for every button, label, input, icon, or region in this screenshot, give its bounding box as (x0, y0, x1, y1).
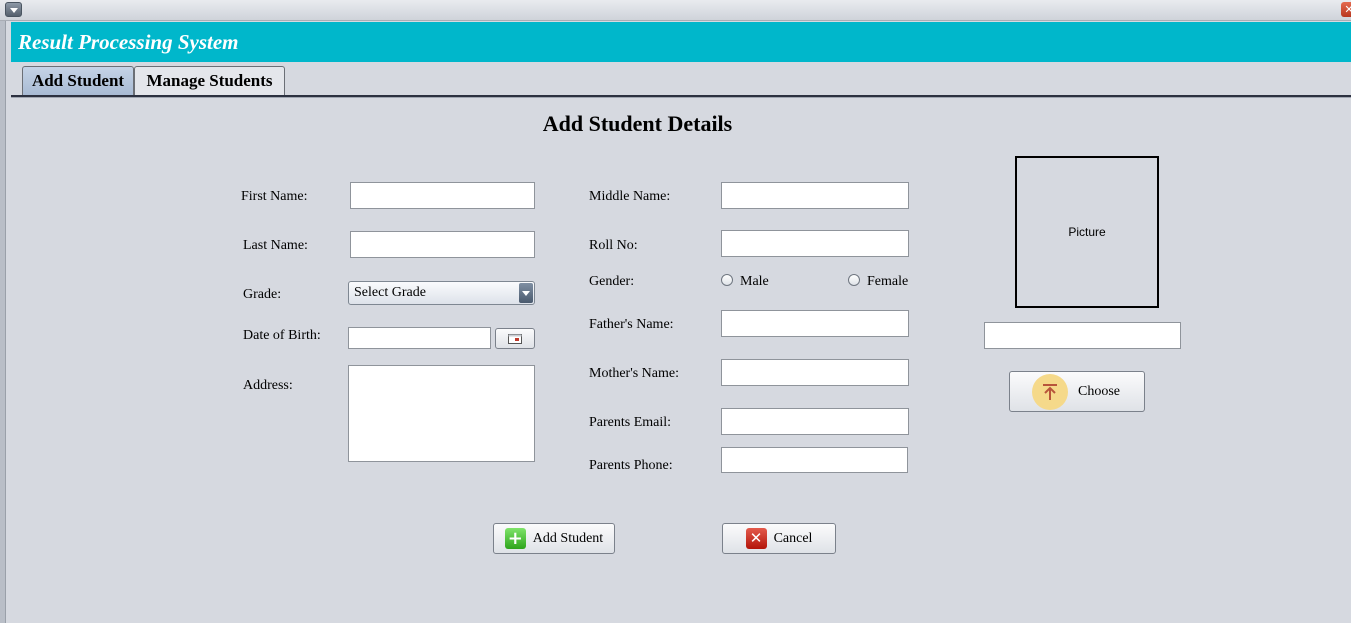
middle-name-label: Middle Name: (589, 189, 671, 204)
tab-add-student[interactable]: Add Student (22, 66, 134, 95)
parents-email-label: Parents Email: (589, 415, 672, 430)
last-name-label: Last Name: (243, 238, 308, 253)
plus-icon: + (504, 528, 526, 549)
picture-path-input[interactable] (985, 323, 1180, 348)
calendar-icon (508, 333, 522, 344)
roll-no-field[interactable] (721, 230, 909, 257)
father-name-input[interactable] (722, 311, 908, 336)
chevron-down-icon[interactable] (519, 283, 533, 303)
dob-field[interactable] (348, 327, 491, 349)
tab-manage-students[interactable]: Manage Students (134, 66, 285, 95)
window-titlebar (0, 0, 1351, 21)
add-student-label: Add Student (532, 530, 604, 546)
picture-path-field[interactable] (984, 322, 1181, 349)
father-name-label: Father's Name: (589, 317, 674, 332)
gender-label: Gender: (589, 274, 635, 289)
address-field[interactable] (348, 365, 535, 462)
gender-female-label[interactable]: Female (867, 274, 908, 290)
window-close-button[interactable]: ✕ (1341, 2, 1351, 17)
cancel-label: Cancel (773, 530, 813, 546)
dob-input[interactable] (349, 328, 490, 348)
parents-phone-input[interactable] (722, 448, 907, 472)
middle-name-input[interactable] (722, 183, 908, 208)
page-title: Add Student Details (542, 111, 733, 136)
roll-no-input[interactable] (722, 231, 908, 256)
gender-female-radio[interactable] (848, 274, 860, 286)
parents-email-input[interactable] (722, 409, 908, 434)
mother-name-field[interactable] (721, 359, 909, 386)
address-label: Address: (243, 378, 293, 393)
roll-no-label: Roll No: (589, 238, 638, 253)
address-textarea[interactable] (349, 366, 534, 461)
first-name-input[interactable] (351, 183, 534, 208)
father-name-field[interactable] (721, 310, 909, 337)
cancel-button[interactable]: ✕ Cancel (722, 523, 836, 554)
mother-name-input[interactable] (722, 360, 908, 385)
choose-label: Choose (1078, 383, 1120, 399)
choose-picture-button[interactable]: Choose (1009, 371, 1145, 412)
first-name-field[interactable] (350, 182, 535, 209)
app-title: Result Processing System (18, 30, 239, 54)
mother-name-label: Mother's Name: (589, 366, 680, 381)
first-name-label: First Name: (241, 189, 308, 204)
grade-label: Grade: (243, 287, 282, 302)
add-student-button[interactable]: + Add Student (493, 523, 615, 554)
parents-phone-label: Parents Phone: (589, 458, 673, 473)
parents-email-field[interactable] (721, 408, 909, 435)
gender-male-label[interactable]: Male (740, 274, 769, 290)
gender-male-radio[interactable] (721, 274, 733, 286)
window-menu-button[interactable] (5, 2, 22, 17)
last-name-field[interactable] (350, 231, 535, 258)
parents-phone-field[interactable] (721, 447, 908, 473)
tab-divider-shadow (11, 97, 1351, 98)
dob-label: Date of Birth: (243, 328, 321, 343)
middle-name-field[interactable] (721, 182, 909, 209)
upload-icon (1032, 373, 1068, 410)
close-icon: ✕ (745, 528, 767, 549)
picture-preview: Picture (1015, 156, 1159, 308)
grade-select[interactable]: Select Grade (348, 281, 535, 305)
grade-selected-value: Select Grade (354, 285, 426, 300)
last-name-input[interactable] (351, 232, 534, 257)
date-picker-button[interactable] (495, 328, 535, 349)
picture-placeholder: Picture (1068, 225, 1106, 239)
